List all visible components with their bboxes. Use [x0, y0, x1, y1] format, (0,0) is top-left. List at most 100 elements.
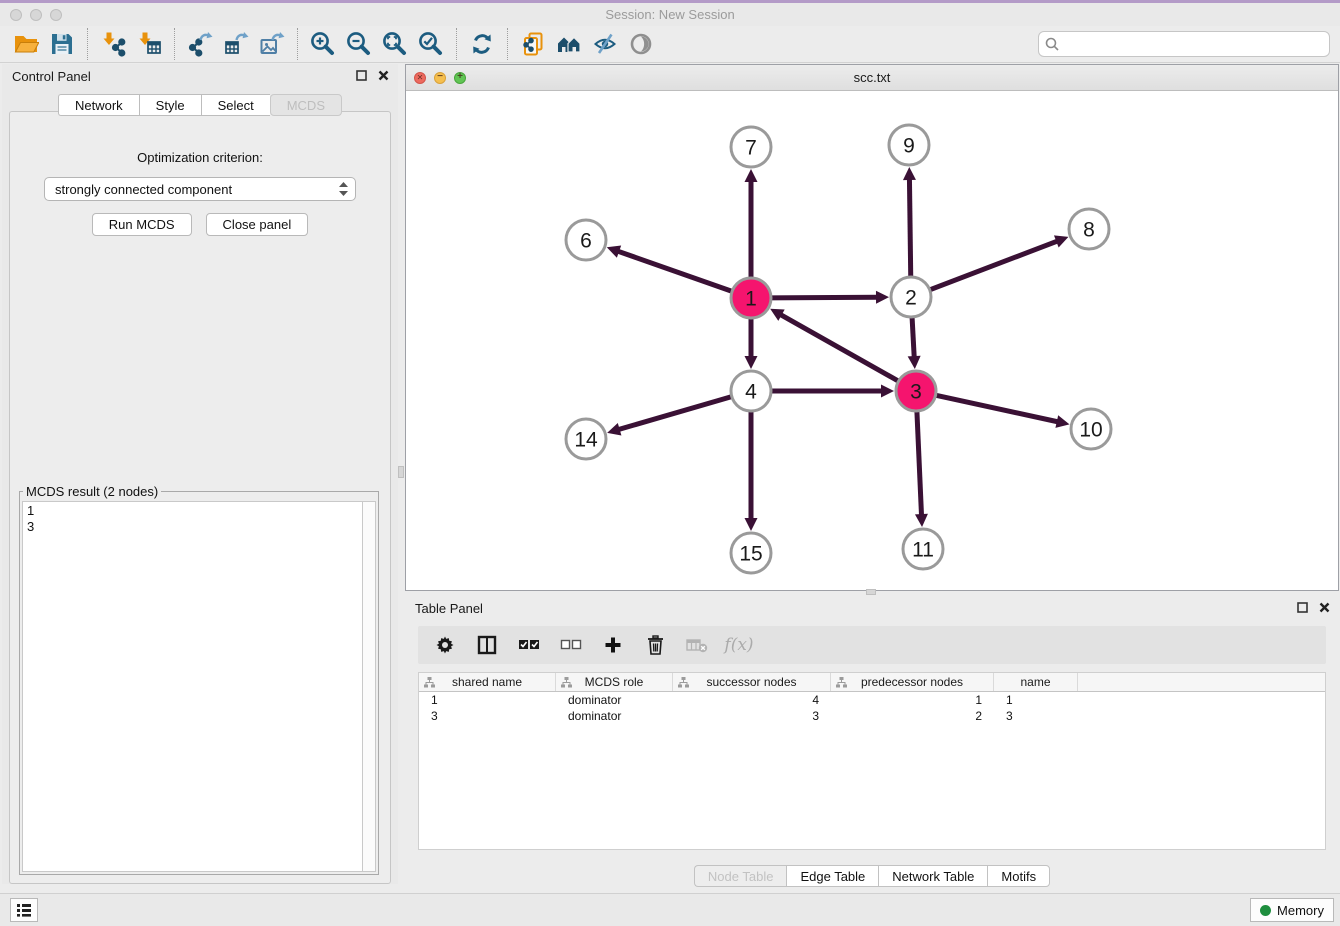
node-9[interactable]: 9: [889, 125, 929, 165]
export-table-button[interactable]: [218, 28, 254, 60]
show-graphics-details-button[interactable]: [623, 28, 659, 60]
column-header-MCDS-role[interactable]: MCDS role: [556, 673, 673, 691]
vertical-splitter-handle[interactable]: [398, 466, 404, 478]
edge-4-3[interactable]: [768, 385, 894, 398]
tab-select[interactable]: Select: [201, 94, 270, 116]
node-14[interactable]: 14: [566, 419, 606, 459]
search-icon: [1045, 37, 1059, 51]
main-toolbar: [0, 26, 1340, 63]
edge-2-3[interactable]: [908, 314, 921, 369]
close-panel-button[interactable]: Close panel: [206, 213, 309, 236]
export-network-button[interactable]: [182, 28, 218, 60]
float-panel-icon[interactable]: [354, 68, 368, 82]
criterion-select[interactable]: strongly connected component: [44, 177, 356, 201]
column-header-predecessor-nodes[interactable]: predecessor nodes: [831, 673, 994, 691]
edge-1-7[interactable]: [745, 169, 758, 281]
save-session-button[interactable]: [44, 28, 80, 60]
import-network-button[interactable]: [95, 28, 131, 60]
cell-MCDS-role[interactable]: dominator: [556, 692, 673, 708]
zoom-out-button[interactable]: [341, 28, 377, 60]
toolbar-separator: [297, 28, 298, 60]
cell-name[interactable]: 3: [994, 708, 1078, 724]
edge-1-4[interactable]: [745, 315, 758, 369]
node-11[interactable]: 11: [903, 529, 943, 569]
memory-button[interactable]: Memory: [1250, 898, 1334, 922]
plus-icon: [604, 636, 622, 654]
columns-icon: [477, 635, 497, 655]
refresh-layout-icon: [469, 31, 495, 57]
node-10[interactable]: 10: [1071, 409, 1111, 449]
first-neighbors-button[interactable]: [551, 28, 587, 60]
application-window: Session: New Session Control Panel Netwo…: [0, 0, 1340, 926]
tab-mcds[interactable]: MCDS: [270, 94, 342, 116]
float-table-panel-icon[interactable]: [1295, 600, 1309, 614]
add-column-button[interactable]: [602, 633, 624, 657]
edge-3-10[interactable]: [933, 395, 1070, 428]
task-history-button[interactable]: [10, 898, 38, 922]
refresh-layout-button[interactable]: [464, 28, 500, 60]
cell-shared-name[interactable]: 3: [419, 708, 556, 724]
column-header-name[interactable]: name: [994, 673, 1078, 691]
show-columns-button[interactable]: [476, 633, 498, 657]
node-3[interactable]: 3: [896, 371, 936, 411]
edge-1-2[interactable]: [768, 291, 889, 304]
close-table-panel-icon[interactable]: [1317, 600, 1331, 614]
table-row[interactable]: 1dominator411: [419, 692, 1325, 708]
edge-3-11[interactable]: [915, 408, 928, 527]
delete-columns-button[interactable]: [644, 633, 666, 657]
edge-2-9[interactable]: [903, 167, 916, 280]
table-toolbar: f(x): [418, 626, 1326, 664]
cell-name[interactable]: 1: [994, 692, 1078, 708]
column-header-successor-nodes[interactable]: successor nodes: [673, 673, 831, 691]
control-panel: Control Panel NetworkStyleSelectMCDS Opt…: [2, 64, 398, 884]
cell-shared-name[interactable]: 1: [419, 692, 556, 708]
table-options-button[interactable]: [434, 633, 456, 657]
node-15[interactable]: 15: [731, 533, 771, 573]
node-4[interactable]: 4: [731, 371, 771, 411]
node-1[interactable]: 1: [731, 278, 771, 318]
cell-MCDS-role[interactable]: dominator: [556, 708, 673, 724]
tab-node-table[interactable]: Node Table: [694, 865, 787, 887]
cell-successor-nodes[interactable]: 3: [673, 708, 831, 724]
tab-motifs[interactable]: Motifs: [987, 865, 1050, 887]
result-scrollbar[interactable]: [362, 501, 376, 872]
copy-network-button[interactable]: [515, 28, 551, 60]
tab-network[interactable]: Network: [58, 94, 139, 116]
export-image-button[interactable]: [254, 28, 290, 60]
cell-successor-nodes[interactable]: 4: [673, 692, 831, 708]
edge-1-6[interactable]: [607, 245, 735, 292]
run-mcds-button[interactable]: Run MCDS: [92, 213, 192, 236]
open-session-button[interactable]: [8, 28, 44, 60]
zoom-selected-button[interactable]: [413, 28, 449, 60]
cell-predecessor-nodes[interactable]: 2: [831, 708, 994, 724]
import-table-button[interactable]: [131, 28, 167, 60]
edge-4-14[interactable]: [607, 396, 735, 436]
unselect-all-columns-button[interactable]: [560, 633, 582, 657]
mcds-result-value: 3: [27, 519, 358, 535]
search-input[interactable]: [1038, 31, 1330, 57]
edge-2-8[interactable]: [927, 235, 1069, 291]
table-row[interactable]: 3dominator323: [419, 708, 1325, 724]
zoom-in-button[interactable]: [305, 28, 341, 60]
edge-3-1[interactable]: [770, 309, 901, 383]
network-view-window: scc.txt 7968124314101511: [405, 64, 1339, 591]
node-8[interactable]: 8: [1069, 209, 1109, 249]
zoom-fit-button[interactable]: [377, 28, 413, 60]
node-7[interactable]: 7: [731, 127, 771, 167]
edge-4-15[interactable]: [745, 408, 758, 531]
mcds-result-list[interactable]: 13: [22, 501, 362, 872]
horizontal-splitter-handle[interactable]: [866, 589, 876, 595]
svg-text:7: 7: [745, 137, 757, 160]
close-panel-icon[interactable]: [376, 68, 390, 82]
hide-graphics-details-button[interactable]: [587, 28, 623, 60]
tab-style[interactable]: Style: [139, 94, 201, 116]
network-canvas[interactable]: 7 9 6 8 1 2 4 3 14 10 15 11: [406, 91, 1338, 590]
node-2[interactable]: 2: [891, 277, 931, 317]
status-bar: Memory: [0, 893, 1340, 926]
column-header-shared-name[interactable]: shared name: [419, 673, 556, 691]
tab-network-table[interactable]: Network Table: [878, 865, 987, 887]
select-all-columns-button[interactable]: [518, 633, 540, 657]
cell-predecessor-nodes[interactable]: 1: [831, 692, 994, 708]
node-6[interactable]: 6: [566, 220, 606, 260]
tab-edge-table[interactable]: Edge Table: [786, 865, 878, 887]
